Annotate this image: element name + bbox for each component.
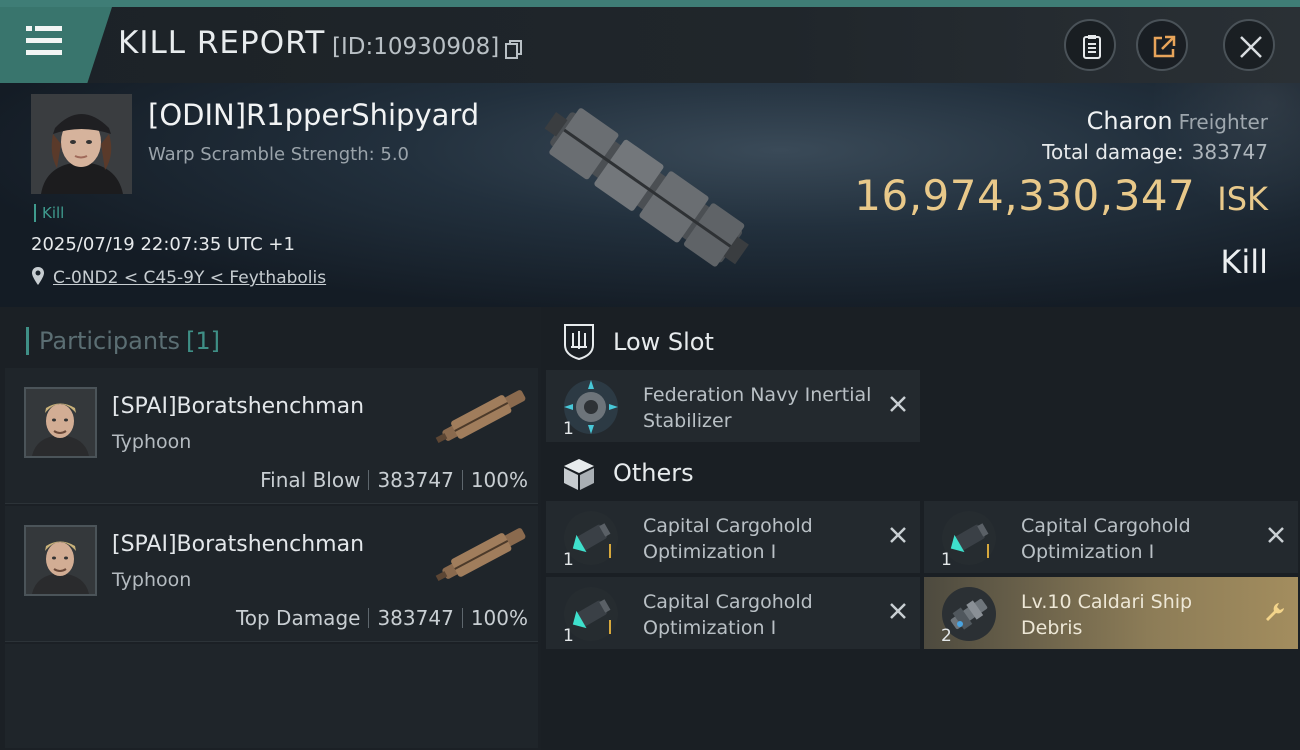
destroyed-x-icon <box>888 525 908 545</box>
menu-button[interactable] <box>0 7 112 83</box>
victim-ship-image <box>520 89 770 289</box>
total-damage-value: 383747 <box>1191 140 1268 164</box>
participant-stats: Final Blow 383747 100% <box>260 468 528 492</box>
victim-ship-name[interactable]: Charon <box>1087 107 1173 135</box>
copy-icon[interactable] <box>505 40 523 60</box>
isk-amount: 16,974,330,347 <box>854 171 1196 220</box>
participants-header: Participants [1] <box>26 327 220 355</box>
participant-avatar[interactable] <box>24 387 97 458</box>
close-button[interactable] <box>1223 19 1275 71</box>
participant-percent: 100% <box>470 606 528 630</box>
kill-banner: [ODIN]R1pperShipyard Warp Scramble Stren… <box>0 83 1300 307</box>
item-quantity: 1 <box>941 550 952 570</box>
participant-damage: 383747 <box>377 606 454 630</box>
header-bar: KILL REPORT [ID:10930908] <box>0 7 1300 83</box>
victim-ship: Charon Freighter <box>1087 107 1268 135</box>
participants-title: Participants <box>39 327 180 355</box>
item-name: Capital Cargohold Optimization I <box>643 591 813 639</box>
menu-icon <box>26 26 62 56</box>
item-quantity: 1 <box>563 419 574 439</box>
participant-damage: 383747 <box>377 468 454 492</box>
item-quantity: 2 <box>941 626 952 646</box>
participant-ship-image <box>431 514 536 594</box>
participant-ship-image <box>431 376 536 456</box>
participants-list-empty-area <box>5 644 538 748</box>
share-icon <box>1153 35 1176 58</box>
kill-datetime: 2025/07/19 22:07:35 UTC +1 <box>31 234 295 255</box>
stat-divider <box>368 470 370 490</box>
location-pin-icon <box>31 266 45 286</box>
wrench-icon <box>1264 601 1286 623</box>
destroyed-x-icon <box>888 394 908 414</box>
total-damage: Total damage: 383747 <box>1042 140 1268 164</box>
cargo-box-icon <box>559 454 599 494</box>
participants-panel: Participants [1] [SPAI]Boratshenchman Typ… <box>0 307 541 750</box>
fitting-item-dropped[interactable]: 2 Lv.10 Caldari Ship Debris <box>924 577 1298 649</box>
stat-divider <box>368 608 370 628</box>
participant-name[interactable]: [SPAI]Boratshenchman <box>112 532 364 557</box>
kill-tag: Kill <box>34 204 64 222</box>
close-icon <box>1240 36 1262 58</box>
participant-name[interactable]: [SPAI]Boratshenchman <box>112 394 364 419</box>
kill-location-link[interactable]: C-0ND2 < C45-9Y < Feythabolis <box>53 268 326 288</box>
victim-pilot-name[interactable]: [ODIN]R1pperShipyard <box>148 98 479 132</box>
others-title: Others <box>613 459 694 487</box>
participants-count: [1] <box>185 327 220 355</box>
participant-role: Top Damage <box>235 606 361 630</box>
participant-avatar[interactable] <box>24 525 97 596</box>
low-slot-title: Low Slot <box>613 328 714 356</box>
fitting-item[interactable]: 1 Capital Cargohold Optimization I <box>924 501 1298 573</box>
total-damage-label: Total damage: <box>1042 140 1184 164</box>
item-name: Capital Cargohold Optimization I <box>643 515 813 563</box>
item-quantity: 1 <box>563 626 574 646</box>
item-name: Lv.10 Caldari Ship Debris <box>1021 591 1193 639</box>
participant-card[interactable]: [SPAI]Boratshenchman Typhoon Final Blow 3… <box>5 368 538 504</box>
kill-result: Kill <box>1220 243 1268 281</box>
participant-card[interactable]: [SPAI]Boratshenchman Typhoon Top Damage 3… <box>5 506 538 642</box>
clipboard-button[interactable] <box>1064 19 1116 71</box>
destroyed-x-icon <box>1266 525 1286 545</box>
item-quantity: 1 <box>563 550 574 570</box>
destroyed-x-icon <box>888 601 908 621</box>
fitting-panel: Low Slot 1 Federation Navy Inertial Stab… <box>541 307 1300 750</box>
participant-stats: Top Damage 383747 100% <box>236 606 528 630</box>
victim-ship-class: Freighter <box>1178 110 1268 134</box>
isk-value: 16,974,330,347 ISK <box>854 171 1268 220</box>
stat-divider <box>461 470 463 490</box>
top-accent-bar <box>0 0 1300 7</box>
isk-unit: ISK <box>1217 180 1268 218</box>
participant-percent: 100% <box>470 468 528 492</box>
warp-scramble-strength: Warp Scramble Strength: 5.0 <box>148 144 410 165</box>
fitting-item[interactable]: 1 Capital Cargohold Optimization I <box>546 501 920 573</box>
page-title: KILL REPORT <box>118 25 326 61</box>
report-id: [ID:10930908] <box>332 34 500 60</box>
participant-ship: Typhoon <box>112 569 192 591</box>
stat-divider <box>461 608 463 628</box>
item-name: Capital Cargohold Optimization I <box>1021 515 1191 563</box>
share-button[interactable] <box>1136 19 1188 71</box>
fitting-item[interactable]: 1 Federation Navy Inertial Stabilizer <box>546 370 920 442</box>
item-name: Federation Navy Inertial Stabilizer <box>643 384 872 432</box>
participant-role: Final Blow <box>260 468 361 492</box>
fitting-item[interactable]: 1 Capital Cargohold Optimization I <box>546 577 920 649</box>
low-slot-icon <box>559 321 599 361</box>
victim-avatar[interactable] <box>31 94 132 194</box>
participant-ship: Typhoon <box>112 431 192 453</box>
clipboard-icon <box>1083 35 1101 59</box>
